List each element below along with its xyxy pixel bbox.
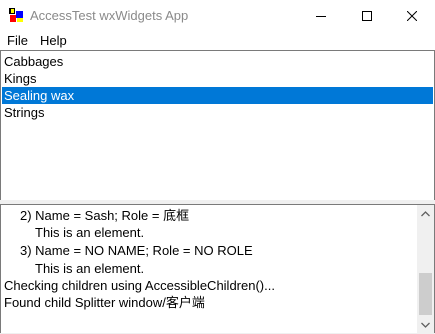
list-item-cabbages[interactable]: Cabbages bbox=[2, 53, 433, 70]
close-icon bbox=[407, 10, 417, 21]
log-line: Found child Splitter window/客户端 bbox=[4, 295, 205, 310]
minimize-button[interactable] bbox=[298, 0, 344, 31]
log-text-area[interactable]: 2) Name = Sash; Role = 底框 This is an ele… bbox=[0, 204, 435, 334]
log-line: 2) Name = Sash; Role = 底框 bbox=[20, 208, 190, 223]
item-listbox[interactable]: Cabbages Kings Sealing wax Strings bbox=[0, 50, 435, 201]
minimize-icon bbox=[316, 15, 326, 17]
menu-bar: File Help bbox=[0, 31, 435, 50]
scroll-down-button[interactable] bbox=[417, 316, 434, 333]
maximize-icon bbox=[362, 10, 372, 21]
maximize-button[interactable] bbox=[344, 0, 390, 31]
scroll-down-arrow-icon bbox=[421, 322, 430, 328]
log-line: 3) Name = NO NAME; Role = NO ROLE bbox=[20, 243, 253, 258]
log-line: This is an element. bbox=[35, 261, 145, 276]
window-title: AccessTest wxWidgets App bbox=[30, 8, 189, 23]
scroll-up-arrow-icon bbox=[421, 210, 430, 216]
menu-file[interactable]: File bbox=[7, 31, 28, 50]
list-item-strings[interactable]: Strings bbox=[2, 104, 433, 121]
log-line: This is an element. bbox=[35, 225, 145, 240]
list-item-kings[interactable]: Kings bbox=[2, 70, 433, 87]
scroll-up-button[interactable] bbox=[417, 205, 434, 222]
app-icon bbox=[8, 7, 24, 23]
log-line: Checking children using AccessibleChildr… bbox=[4, 278, 275, 293]
list-item-sealing-wax[interactable]: Sealing wax bbox=[2, 87, 433, 104]
title-bar[interactable]: AccessTest wxWidgets App bbox=[0, 0, 435, 31]
scroll-thumb[interactable] bbox=[419, 273, 432, 315]
vertical-scrollbar[interactable] bbox=[417, 205, 434, 333]
menu-help[interactable]: Help bbox=[40, 31, 67, 50]
close-button[interactable] bbox=[389, 0, 435, 31]
